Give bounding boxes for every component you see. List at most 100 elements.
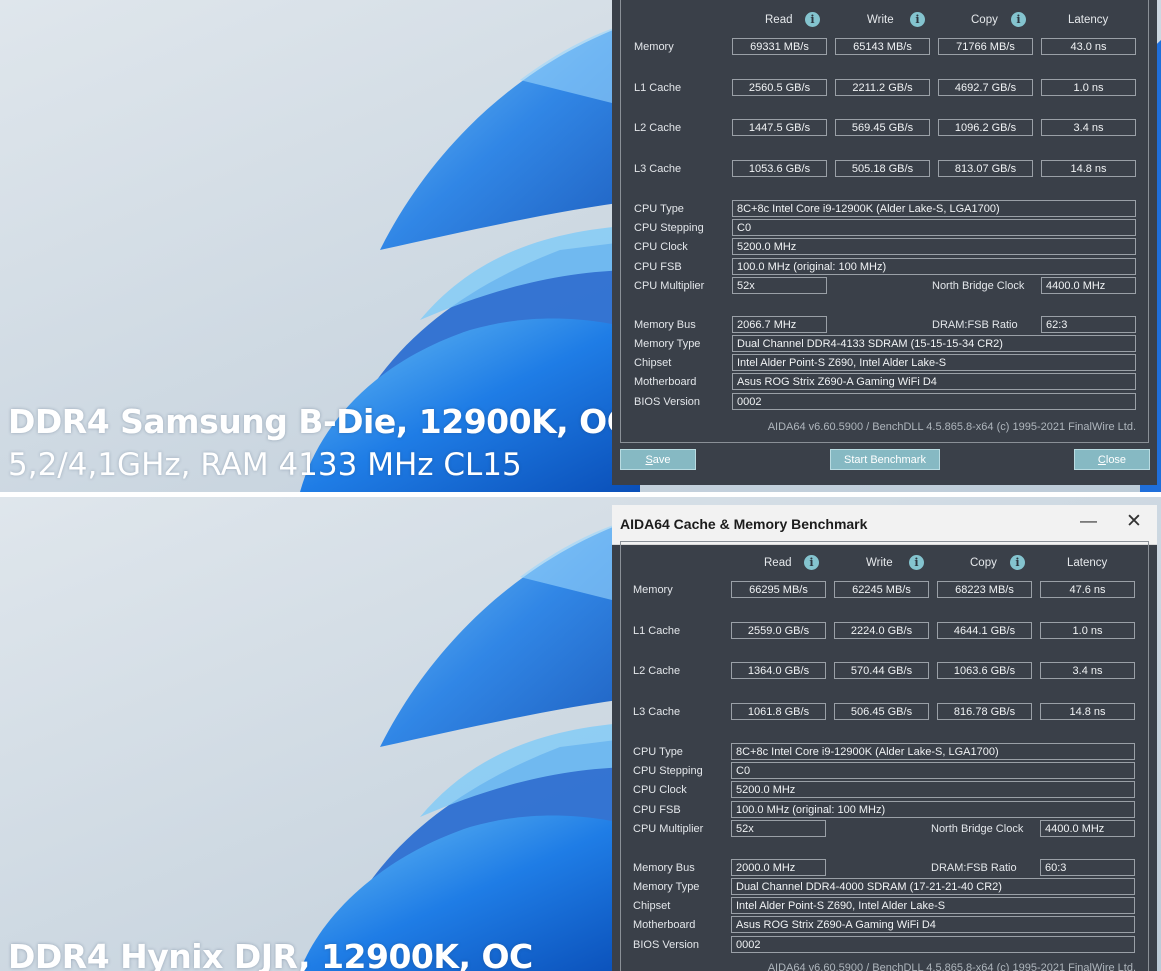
cpu-clock-label: CPU Clock xyxy=(634,241,688,253)
chipset-value: Intel Alder Point-S Z690, Intel Alder La… xyxy=(732,354,1136,371)
dram-fsb-ratio-value: 62:3 xyxy=(1041,316,1136,333)
cpu-multiplier-value: 52x xyxy=(732,277,827,294)
cpu-multiplier-label: CPU Multiplier xyxy=(633,823,704,835)
l3-read-value: 1061.8 GB/s xyxy=(731,703,826,720)
row-label-l2-cache: L2 Cache xyxy=(634,122,682,134)
memory-read-value: 66295 MB/s xyxy=(731,581,826,598)
memory-copy-value: 71766 MB/s xyxy=(938,38,1033,55)
row-label-memory: Memory xyxy=(633,584,673,596)
l3-write-value: 505.18 GB/s xyxy=(835,160,930,177)
chipset-label: Chipset xyxy=(633,900,671,912)
memory-write-value: 65143 MB/s xyxy=(835,38,930,55)
cpu-type-label: CPU Type xyxy=(634,203,684,215)
bios-version-label: BIOS Version xyxy=(634,396,701,408)
write-info-icon[interactable]: i xyxy=(909,555,924,570)
window-titlebar: AIDA64 Cache & Memory Benchmark — ✕ xyxy=(612,505,1157,545)
minimize-icon[interactable]: — xyxy=(1080,511,1097,531)
l2-copy-value: 1063.6 GB/s xyxy=(937,662,1032,679)
caption-title: DDR4 Samsung B-Die, 12900K, OC xyxy=(8,402,631,441)
row-label-l1-cache: L1 Cache xyxy=(633,625,681,637)
write-info-icon[interactable]: i xyxy=(910,12,925,27)
start-benchmark-button[interactable]: Start Benchmark xyxy=(830,449,940,470)
memory-type-value: Dual Channel DDR4-4133 SDRAM (15-15-15-3… xyxy=(732,335,1136,352)
save-button[interactable]: Save xyxy=(620,449,696,470)
bottom-comparison-panel: DDR4 Hynix DJR, 12900K, OC AIDA64 Cache … xyxy=(0,497,1161,971)
dram-fsb-ratio-value: 60:3 xyxy=(1040,859,1135,876)
row-label-l3-cache: L3 Cache xyxy=(634,163,682,175)
l3-latency-value: 14.8 ns xyxy=(1041,160,1136,177)
l1-latency-value: 1.0 ns xyxy=(1041,79,1136,96)
l1-copy-value: 4644.1 GB/s xyxy=(937,622,1032,639)
l1-write-value: 2211.2 GB/s xyxy=(835,79,930,96)
memory-bus-label: Memory Bus xyxy=(634,319,696,331)
footer-copyright: AIDA64 v6.60.5900 / BenchDLL 4.5.865.8-x… xyxy=(767,962,1136,971)
north-bridge-clock-value: 4400.0 MHz xyxy=(1040,820,1135,837)
header-latency: Latency xyxy=(1067,557,1108,569)
cpu-stepping-value: C0 xyxy=(731,762,1135,779)
l2-copy-value: 1096.2 GB/s xyxy=(938,119,1033,136)
l2-latency-value: 3.4 ns xyxy=(1040,662,1135,679)
l1-read-value: 2559.0 GB/s xyxy=(731,622,826,639)
aida64-benchmark-window: AIDA64 Cache & Memory Benchmark — ✕ Read… xyxy=(612,505,1157,971)
results-group: Read i Write i Copy i Latency Memory 693… xyxy=(620,0,1149,443)
read-info-icon[interactable]: i xyxy=(804,555,819,570)
close-icon[interactable]: ✕ xyxy=(1126,510,1142,533)
cpu-stepping-label: CPU Stepping xyxy=(633,765,703,777)
header-read: Read xyxy=(764,557,792,569)
row-label-l2-cache: L2 Cache xyxy=(633,665,681,677)
copy-info-icon[interactable]: i xyxy=(1010,555,1025,570)
l3-read-value: 1053.6 GB/s xyxy=(732,160,827,177)
close-button[interactable]: Close xyxy=(1074,449,1150,470)
aida64-benchmark-window: Read i Write i Copy i Latency Memory 693… xyxy=(612,0,1157,485)
chipset-label: Chipset xyxy=(634,357,672,369)
results-group: Read i Write i Copy i Latency Memory 662… xyxy=(620,541,1149,971)
north-bridge-clock-label: North Bridge Clock xyxy=(932,280,1025,292)
l1-write-value: 2224.0 GB/s xyxy=(834,622,929,639)
cpu-fsb-value: 100.0 MHz (original: 100 MHz) xyxy=(731,801,1135,818)
memory-read-value: 69331 MB/s xyxy=(732,38,827,55)
header-write: Write xyxy=(867,14,894,26)
memory-type-value: Dual Channel DDR4-4000 SDRAM (17-21-21-4… xyxy=(731,878,1135,895)
read-info-icon[interactable]: i xyxy=(805,12,820,27)
copy-info-icon[interactable]: i xyxy=(1011,12,1026,27)
chipset-value: Intel Alder Point-S Z690, Intel Alder La… xyxy=(731,897,1135,914)
cpu-type-label: CPU Type xyxy=(633,746,683,758)
cpu-clock-value: 5200.0 MHz xyxy=(732,238,1136,255)
l2-read-value: 1364.0 GB/s xyxy=(731,662,826,679)
l3-copy-value: 813.07 GB/s xyxy=(938,160,1033,177)
footer-copyright: AIDA64 v6.60.5900 / BenchDLL 4.5.865.8-x… xyxy=(767,421,1136,433)
cpu-fsb-label: CPU FSB xyxy=(634,261,682,273)
north-bridge-clock-value: 4400.0 MHz xyxy=(1041,277,1136,294)
memory-type-label: Memory Type xyxy=(633,881,700,893)
header-write: Write xyxy=(866,557,893,569)
dram-fsb-ratio-label: DRAM:FSB Ratio xyxy=(932,319,1018,331)
motherboard-value: Asus ROG Strix Z690-A Gaming WiFi D4 xyxy=(732,373,1136,390)
caption-title: DDR4 Hynix DJR, 12900K, OC xyxy=(8,937,533,971)
motherboard-label: Motherboard xyxy=(633,919,696,931)
memory-copy-value: 68223 MB/s xyxy=(937,581,1032,598)
cpu-type-value: 8C+8c Intel Core i9-12900K (Alder Lake-S… xyxy=(731,743,1135,760)
l3-copy-value: 816.78 GB/s xyxy=(937,703,1032,720)
cpu-clock-label: CPU Clock xyxy=(633,784,687,796)
bios-version-label: BIOS Version xyxy=(633,939,700,951)
memory-latency-value: 43.0 ns xyxy=(1041,38,1136,55)
l2-read-value: 1447.5 GB/s xyxy=(732,119,827,136)
memory-bus-label: Memory Bus xyxy=(633,862,695,874)
dram-fsb-ratio-label: DRAM:FSB Ratio xyxy=(931,862,1017,874)
l1-copy-value: 4692.7 GB/s xyxy=(938,79,1033,96)
motherboard-label: Motherboard xyxy=(634,376,697,388)
bios-version-value: 0002 xyxy=(731,936,1135,953)
cpu-stepping-value: C0 xyxy=(732,219,1136,236)
l3-latency-value: 14.8 ns xyxy=(1040,703,1135,720)
l2-write-value: 569.45 GB/s xyxy=(835,119,930,136)
cpu-stepping-label: CPU Stepping xyxy=(634,222,704,234)
row-label-l3-cache: L3 Cache xyxy=(633,706,681,718)
cpu-fsb-value: 100.0 MHz (original: 100 MHz) xyxy=(732,258,1136,275)
bios-version-value: 0002 xyxy=(732,393,1136,410)
header-read: Read xyxy=(765,14,793,26)
l2-write-value: 570.44 GB/s xyxy=(834,662,929,679)
window-title: AIDA64 Cache & Memory Benchmark xyxy=(620,516,868,532)
cpu-multiplier-value: 52x xyxy=(731,820,826,837)
north-bridge-clock-label: North Bridge Clock xyxy=(931,823,1024,835)
row-label-memory: Memory xyxy=(634,41,674,53)
